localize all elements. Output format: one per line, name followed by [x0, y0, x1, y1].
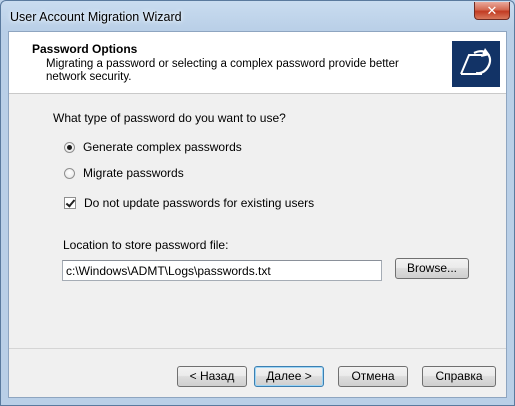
wizard-window: User Account Migration Wizard ✕ Password…	[0, 0, 515, 406]
checkbox-do-not-update[interactable]: Do not update passwords for existing use…	[64, 196, 314, 210]
radio-generate-complex[interactable]: Generate complex passwords	[64, 140, 242, 154]
page-description: Migrating a password or selecting a comp…	[46, 58, 399, 83]
back-button[interactable]: < Назад	[177, 366, 247, 387]
footer-divider	[9, 348, 506, 349]
wizard-header: Password Options Migrating a password or…	[9, 32, 506, 94]
radio-label-generate-complex: Generate complex passwords	[83, 140, 242, 154]
cancel-button[interactable]: Отмена	[338, 366, 408, 387]
checkbox-label: Do not update passwords for existing use…	[84, 196, 315, 210]
page-title: Password Options	[32, 42, 138, 56]
radio-migrate-passwords[interactable]: Migrate passwords	[64, 166, 184, 180]
wizard-client-area: Password Options Migrating a password or…	[8, 31, 507, 398]
help-button[interactable]: Справка	[422, 366, 496, 387]
radio-button[interactable]	[64, 167, 75, 179]
radio-button-selected[interactable]	[64, 141, 75, 153]
next-button[interactable]: Далее >	[254, 366, 324, 387]
checkbox-checked[interactable]	[64, 197, 76, 209]
browse-button[interactable]: Browse...	[395, 258, 469, 279]
password-type-question: What type of password do you want to use…	[53, 111, 286, 125]
password-file-path-input[interactable]: c:\Windows\ADMT\Logs\passwords.txt	[62, 260, 382, 281]
close-icon: ✕	[486, 3, 498, 18]
window-title: User Account Migration Wizard	[10, 10, 182, 24]
title-bar[interactable]: User Account Migration Wizard ✕	[1, 1, 514, 33]
location-label: Location to store password file:	[63, 238, 229, 252]
wizard-arrow-icon	[452, 41, 500, 87]
close-button[interactable]: ✕	[474, 2, 510, 20]
radio-label-migrate: Migrate passwords	[83, 166, 184, 180]
